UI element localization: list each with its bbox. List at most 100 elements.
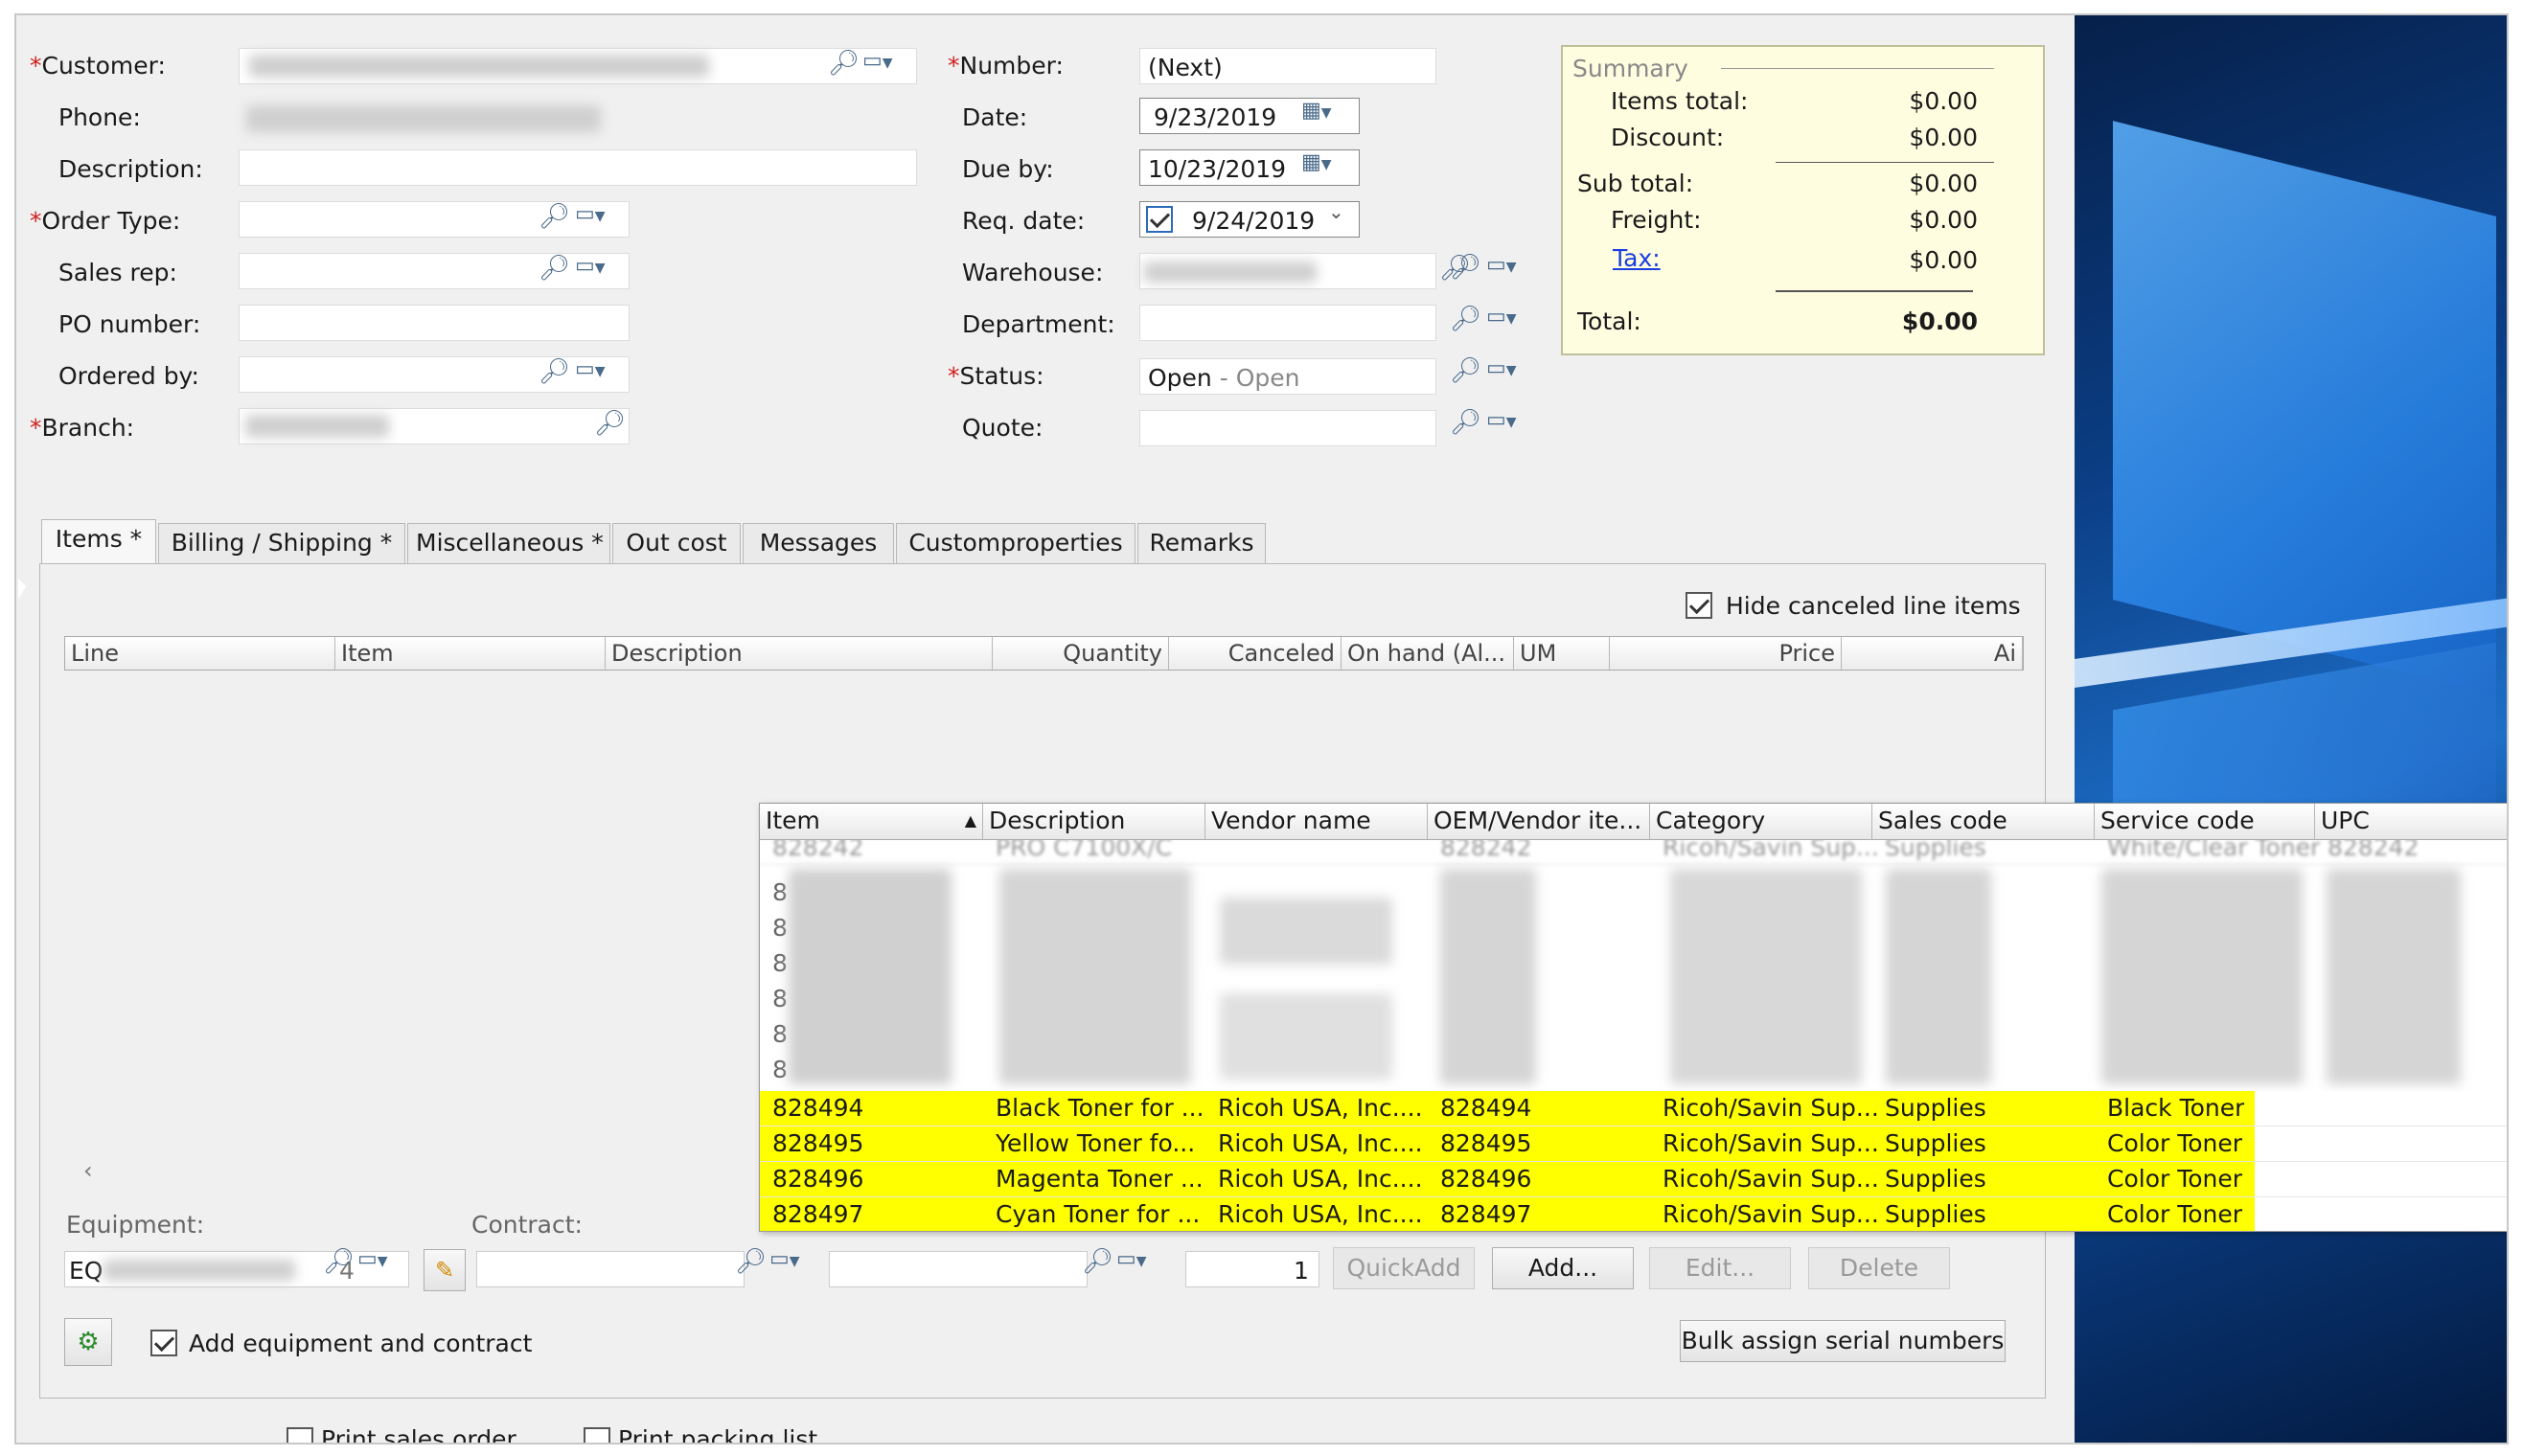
print-sales-order-checkbox[interactable] xyxy=(287,1427,313,1443)
sub-total-value: $0.00 xyxy=(1909,170,1978,197)
lookup-cell-oem: 828494 xyxy=(1440,1094,1532,1122)
tab-customproperties[interactable]: Customproperties xyxy=(896,523,1135,565)
search-icon[interactable]: 🔎︎ xyxy=(539,357,570,386)
calendar-icon[interactable]: ▦▼ xyxy=(1301,99,1332,123)
description-field[interactable] xyxy=(239,149,917,186)
dropdown-menu-icon[interactable]: ▭▼ xyxy=(862,49,893,73)
search-icon[interactable]: 🔎︎ xyxy=(735,1247,767,1276)
status-field[interactable]: Open - Open xyxy=(1139,358,1436,395)
tab-remarks[interactable]: Remarks xyxy=(1137,523,1266,565)
add-equipment-checkbox[interactable] xyxy=(150,1330,177,1356)
date-field[interactable]: 9/23/2019 ▦▼ xyxy=(1139,98,1360,134)
search-icon[interactable]: 🔎︎ xyxy=(1082,1247,1113,1276)
dropdown-menu-icon[interactable]: ▭▼ xyxy=(1486,408,1517,432)
col-um[interactable]: UM xyxy=(1514,637,1610,670)
search-icon[interactable]: 🔎︎ xyxy=(828,49,860,78)
delete-button[interactable]: Delete xyxy=(1808,1247,1950,1289)
tab-items[interactable]: Items * xyxy=(41,519,156,563)
bulk-assign-button[interactable]: Bulk assign serial numbers xyxy=(1680,1320,2006,1362)
po-number-label: PO number: xyxy=(58,310,201,338)
tab-out-cost[interactable]: Out cost xyxy=(612,523,741,565)
number-field[interactable]: (Next) xyxy=(1139,48,1436,84)
req-date-field[interactable]: 9/24/2019 ⌄ xyxy=(1139,200,1360,238)
tab-miscellaneous[interactable]: Miscellaneous * xyxy=(407,523,610,565)
contract-field[interactable] xyxy=(476,1251,745,1287)
pencil-icon[interactable]: ✎ xyxy=(424,1249,466,1291)
lookup-col-upc[interactable]: UPC xyxy=(2315,804,2507,840)
lookup-cell-category: Ricoh/Savin Sup... xyxy=(1663,1094,1879,1122)
lookup-col-category[interactable]: Category xyxy=(1650,804,1872,840)
ordered-by-field[interactable]: 🔎︎ ▭▼ xyxy=(239,356,630,393)
total-label: Total: xyxy=(1577,307,1641,335)
lookup-cell-item: 828497 xyxy=(772,1200,864,1228)
equipment-icon[interactable]: ⚙ xyxy=(64,1318,112,1366)
warehouse-field[interactable]: 🔎︎ xyxy=(1139,253,1471,289)
branch-field[interactable]: 🔎︎ xyxy=(239,408,630,444)
lookup-row-828494[interactable]: 828494 Black Toner for ... Ricoh USA, Inc.… xyxy=(760,1091,2507,1126)
chevron-down-icon[interactable]: ⌄ xyxy=(1328,200,1344,223)
col-price[interactable]: Price xyxy=(1610,637,1842,670)
lookup-col-vendor[interactable]: Vendor name xyxy=(1205,804,1428,840)
order-type-field[interactable]: 🔎︎ ▭▼ xyxy=(239,201,630,238)
search-icon[interactable]: 🔎︎ xyxy=(539,254,570,283)
dropdown-menu-icon[interactable]: ▭▼ xyxy=(357,1247,388,1271)
tax-link[interactable]: Tax: xyxy=(1613,244,1661,272)
search-icon[interactable]: 🔎︎ xyxy=(539,202,570,231)
quote-field[interactable] xyxy=(1139,410,1436,446)
col-on-hand[interactable]: On hand (Al... xyxy=(1342,637,1514,670)
lookup-cell-oem: 828495 xyxy=(1440,1129,1532,1157)
dropdown-menu-icon[interactable]: ▭▼ xyxy=(1116,1247,1147,1271)
scroll-left-icon[interactable]: ‹ xyxy=(83,1157,93,1184)
quantity-field[interactable]: 1 xyxy=(1185,1251,1319,1287)
lookup-row-828497[interactable]: 828497 Cyan Toner for ... Ricoh USA, Inc..… xyxy=(760,1197,2507,1231)
print-packing-list-checkbox[interactable] xyxy=(584,1427,610,1443)
dropdown-menu-icon[interactable]: ▭▼ xyxy=(769,1247,800,1271)
item-lookup-field[interactable] xyxy=(829,1251,1088,1287)
search-icon[interactable]: 🔎︎ xyxy=(1450,408,1481,437)
dropdown-menu-icon[interactable]: ▭▼ xyxy=(575,254,606,278)
tab-messages[interactable]: Messages xyxy=(743,523,894,565)
lookup-col-sales-code[interactable]: Sales code xyxy=(1872,804,2095,840)
tab-billing-shipping[interactable]: Billing / Shipping * xyxy=(158,523,405,565)
due-by-field[interactable]: 10/23/2019 ▦▼ xyxy=(1139,149,1360,186)
quickadd-button[interactable]: QuickAdd xyxy=(1333,1247,1475,1289)
hide-canceled-checkbox[interactable] xyxy=(1686,592,1712,619)
col-canceled[interactable]: Canceled xyxy=(1169,637,1342,670)
lookup-row-828495[interactable]: 828495 Yellow Toner fo... Ricoh USA, Inc..… xyxy=(760,1126,2507,1162)
search-icon[interactable]: 🔎︎ xyxy=(1450,253,1481,282)
sales-rep-field[interactable]: 🔎︎ ▭▼ xyxy=(239,253,630,289)
department-field[interactable] xyxy=(1139,305,1436,341)
search-icon[interactable]: 🔎︎ xyxy=(1450,356,1481,385)
add-button[interactable]: Add... xyxy=(1492,1247,1634,1289)
col-description[interactable]: Description xyxy=(606,637,993,670)
lookup-col-item[interactable]: Item ▲ xyxy=(760,804,983,840)
dropdown-menu-icon[interactable]: ▭▼ xyxy=(1486,253,1517,277)
dropdown-menu-icon[interactable]: ▭▼ xyxy=(575,202,606,226)
customer-field[interactable]: 🔎︎ ▭▼ xyxy=(239,48,917,84)
search-icon[interactable]: 🔎︎ xyxy=(1450,305,1481,333)
lookup-cell-vendor: Ricoh USA, Inc.... xyxy=(1218,1200,1423,1228)
dropdown-menu-icon[interactable]: ▭▼ xyxy=(575,357,606,381)
col-line[interactable]: Line xyxy=(65,637,335,670)
col-item[interactable]: Item xyxy=(335,637,606,670)
col-amount[interactable]: Ai xyxy=(1842,637,2023,670)
lookup-col-description[interactable]: Description xyxy=(983,804,1205,840)
req-date-checkbox[interactable] xyxy=(1146,206,1173,233)
lookup-cell-service: Color Toner xyxy=(2107,1129,2243,1157)
dropdown-menu-icon[interactable]: ▭▼ xyxy=(1486,305,1517,329)
col-quantity[interactable]: Quantity xyxy=(993,637,1169,670)
edit-button[interactable]: Edit... xyxy=(1649,1247,1791,1289)
list-item[interactable]: 828242 PRO C7100X/C 828242 Ricoh/Savin S… xyxy=(760,840,2507,865)
search-icon[interactable]: 🔎︎ xyxy=(594,409,626,438)
calendar-icon[interactable]: ▦▼ xyxy=(1301,150,1332,174)
dropdown-menu-icon[interactable]: ▭▼ xyxy=(1486,356,1517,380)
lookup-row-828496[interactable]: 828496 Magenta Toner ... Ricoh USA, Inc...… xyxy=(760,1162,2507,1197)
po-number-field[interactable] xyxy=(239,305,630,341)
item-lookup-popup[interactable]: Item ▲ Description Vendor name OEM/Vendor… xyxy=(759,803,2507,1232)
search-icon[interactable]: 🔎︎ xyxy=(323,1247,355,1276)
add-equipment-label: Add equipment and contract xyxy=(189,1330,533,1357)
lookup-col-oem[interactable]: OEM/Vendor ite... xyxy=(1428,804,1650,840)
items-total-label: Items total: xyxy=(1611,87,1749,115)
lookup-col-service-code[interactable]: Service code xyxy=(2095,804,2315,840)
department-label: Department: xyxy=(962,310,1115,338)
